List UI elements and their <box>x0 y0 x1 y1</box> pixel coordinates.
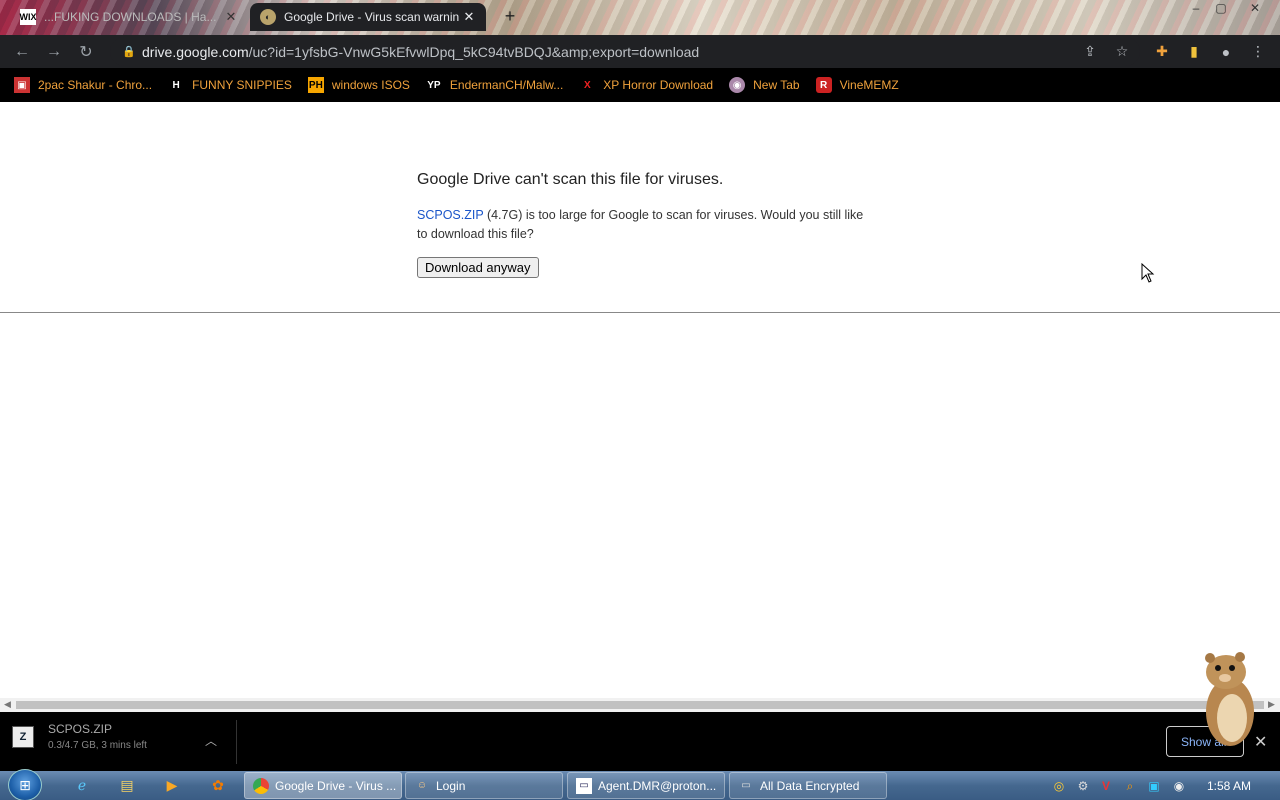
close-tab-icon[interactable]: ✕ <box>224 9 238 25</box>
download-filename: SCPOS.ZIP <box>48 722 113 736</box>
download-item[interactable]: Z SCPOS.ZIP 0.3/4.7 GB, 3 mins left <box>12 722 147 751</box>
paint-icon[interactable]: ✿ <box>208 775 228 795</box>
extensions-icon[interactable]: ✚ <box>1148 35 1176 68</box>
media-player-icon[interactable]: ▶ <box>162 775 182 795</box>
yp-icon: YP <box>427 79 441 91</box>
new-tab-button[interactable]: + <box>500 6 520 26</box>
restore-button[interactable]: ▢ <box>1208 0 1234 18</box>
bookmark-2pac[interactable]: ▣ 2pac Shakur - Chro... <box>14 77 152 93</box>
profile-avatar-icon[interactable]: ● <box>1212 35 1240 68</box>
zip-file-icon: Z <box>12 725 34 748</box>
download-status: 0.3/4.7 GB, 3 mins left <box>48 740 147 751</box>
window-icon: ▭ <box>741 780 751 791</box>
bookmark-new-tab[interactable]: ◉ New Tab <box>729 77 800 93</box>
bookmarks-bar: ▣ 2pac Shakur - Chro... H FUNNY SNIPPIES P… <box>0 68 1280 102</box>
forward-icon[interactable]: → <box>38 36 70 68</box>
x-icon: X <box>583 79 591 91</box>
url-text: drive.google.com/uc?id=1yfsbG-VnwG5kEfvw… <box>142 43 700 60</box>
window-icon: ▭ <box>576 777 592 794</box>
lock-icon: 🔒 <box>122 46 136 58</box>
tab-title: ...FUKING DOWNLOADS | Ha... <box>44 10 217 24</box>
clock: 1:58 AM <box>1207 779 1252 793</box>
file-explorer-icon[interactable]: ▤ <box>117 775 137 795</box>
task-google-drive[interactable]: Google Drive - Virus ... <box>244 772 402 799</box>
page-title: Google Drive can't scan this file for vi… <box>417 171 724 188</box>
warning-message: SCPOS.ZIP (4.7G) is too large for Google… <box>417 208 864 241</box>
google-drive-icon: ◐ <box>260 9 276 25</box>
tray-settings-icon[interactable]: ⚙ <box>1074 777 1092 795</box>
back-icon[interactable]: ← <box>6 36 38 68</box>
2pac-icon: ▣ <box>14 77 30 93</box>
tray-v-icon[interactable]: V <box>1097 777 1115 795</box>
shelf-separator <box>236 720 237 764</box>
user-icon: ☺ <box>416 780 428 791</box>
internet-explorer-icon[interactable]: ℯ <box>72 775 92 795</box>
bookmark-star-icon[interactable]: ☆ <box>1108 35 1136 68</box>
hamster-mascot-icon <box>1205 652 1254 746</box>
close-window-button[interactable]: ✕ <box>1242 0 1268 18</box>
bookmark-endermanch[interactable]: YP EndermanCH/Malw... <box>426 77 563 93</box>
scroll-left-icon[interactable]: ◀ <box>4 699 11 710</box>
reload-icon[interactable]: ↻ <box>70 36 102 68</box>
ph-icon: PH <box>307 77 324 93</box>
task-login[interactable]: ☺ Login <box>405 772 563 799</box>
tray-search-icon[interactable]: ⌕ <box>1121 777 1139 795</box>
close-tab-icon[interactable]: ✕ <box>462 9 476 25</box>
bookmark-xp-horror[interactable]: X XP Horror Download <box>579 77 713 93</box>
chevron-up-icon[interactable]: ︿ <box>205 732 217 749</box>
taskbar: ⊞ ℯ ▤ ▶ ✿ Google Drive - Virus ... ☺ Log… <box>0 769 1280 800</box>
scrollbar-thumb[interactable] <box>16 701 1264 709</box>
horizontal-scrollbar[interactable]: ◀ ▶ <box>0 698 1280 712</box>
bookmark-vinememz[interactable]: R VineMEMZ <box>815 77 899 93</box>
chrome-icon <box>253 777 269 794</box>
page-content: Google Drive can't scan this file for vi… <box>0 102 1280 698</box>
globe-icon: ◉ <box>729 77 746 93</box>
minimize-button[interactable]: – <box>1183 0 1209 18</box>
divider <box>0 312 1280 313</box>
bookmark-windows-isos[interactable]: PH windows ISOS <box>307 77 410 93</box>
start-button[interactable]: ⊞ <box>8 769 42 800</box>
tray-speaker-icon[interactable]: ◉ <box>1170 777 1188 795</box>
file-link[interactable]: SCPOS.ZIP <box>417 208 483 222</box>
tab-downloads[interactable]: WIX ...FUKING DOWNLOADS | Ha... ✕ <box>10 3 248 31</box>
address-bar[interactable]: 🔒 drive.google.com/uc?id=1yfsbG-VnwG5kEf… <box>110 37 1140 66</box>
tray-disc-icon[interactable]: ◎ <box>1050 777 1068 795</box>
scroll-right-icon[interactable]: ▶ <box>1268 699 1275 710</box>
menu-icon[interactable]: ⋮ <box>1244 35 1272 68</box>
wix-icon: WIX <box>20 9 37 25</box>
tab-google-drive[interactable]: ◐ Google Drive - Virus scan warnin ✕ <box>250 3 486 31</box>
mouse-cursor-icon <box>1141 263 1155 283</box>
r-icon: R <box>815 77 832 93</box>
task-all-data-encrypted[interactable]: ▭ All Data Encrypted <box>729 772 887 799</box>
download-anyway-button[interactable]: Download anyway <box>417 257 539 278</box>
tray-monitor-icon[interactable]: ▣ <box>1145 777 1163 795</box>
title-bar: WIX ...FUKING DOWNLOADS | Ha... ✕ ◐ Goog… <box>0 0 1280 35</box>
tab-title: Google Drive - Virus scan warnin <box>284 10 460 24</box>
task-agent-dmr[interactable]: ▭ Agent.DMR@proton... <box>567 772 725 799</box>
h-icon: H <box>172 79 180 91</box>
download-shelf: Z SCPOS.ZIP 0.3/4.7 GB, 3 mins left ︿ Sh… <box>0 712 1280 771</box>
share-icon[interactable]: ⇪ <box>1076 35 1104 68</box>
bookmark-funny-snippies[interactable]: H FUNNY SNIPPIES <box>168 77 291 93</box>
side-panel-icon[interactable]: ▮ <box>1180 35 1208 68</box>
